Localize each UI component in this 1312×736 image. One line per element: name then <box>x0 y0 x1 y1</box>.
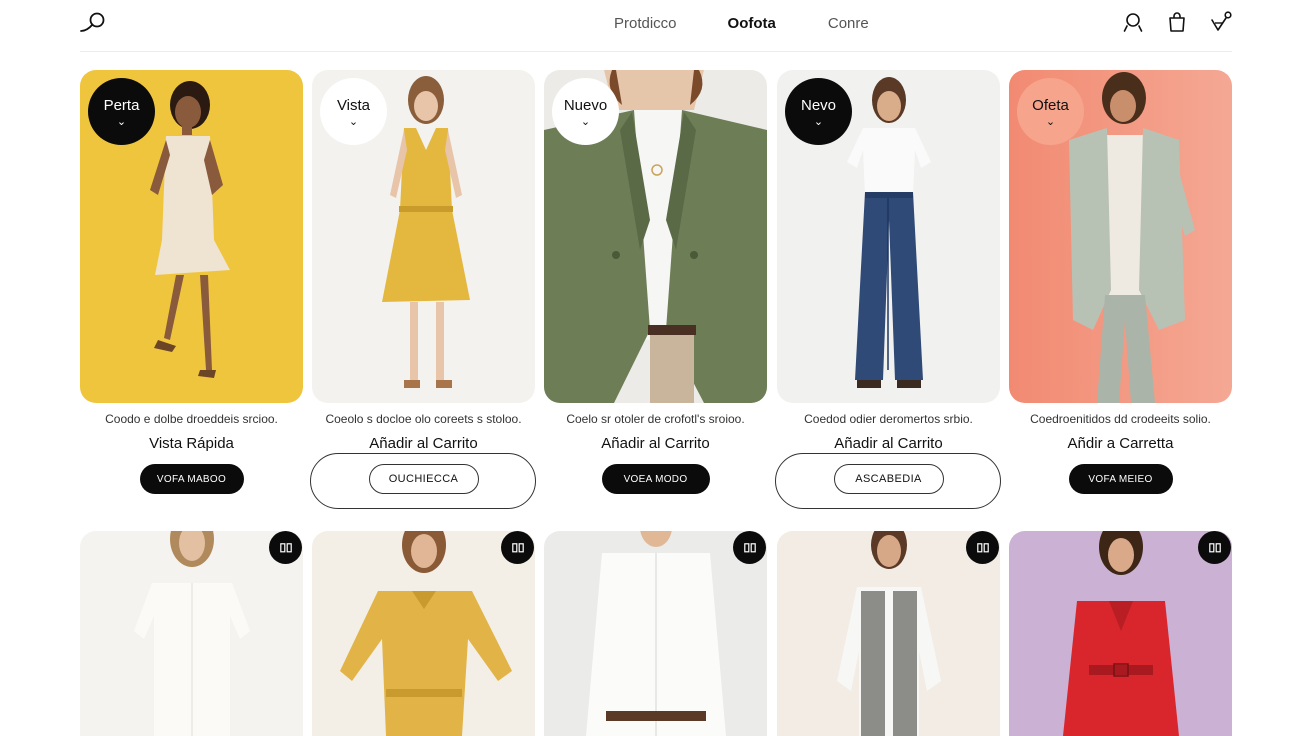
product-image <box>777 531 1000 736</box>
product-image[interactable]: Vista ⌄ <box>312 70 535 403</box>
product-button[interactable]: VOFA MABOO <box>139 464 244 494</box>
quick-view-icon[interactable] <box>501 531 534 564</box>
quick-view-icon[interactable] <box>1198 531 1231 564</box>
nav-item-oofota[interactable]: Oofota <box>728 15 776 32</box>
product-grid-row-2 <box>80 531 1232 736</box>
product-description: Coelo sr otoler de crofotl's sroioo. <box>566 412 745 426</box>
button-area: OUCHIECCA <box>310 453 536 509</box>
header-actions <box>1122 11 1232 33</box>
wishlist-icon[interactable] <box>1210 11 1232 33</box>
site-header: Protdicco Oofota Conre <box>80 0 1232 52</box>
product-description: Coedroenitidos dd crodeeits solio. <box>1030 412 1211 426</box>
product-card[interactable] <box>80 531 303 736</box>
badge-label: Vista <box>336 96 371 114</box>
product-card[interactable] <box>777 531 1000 736</box>
nav-item-conre[interactable]: Conre <box>828 15 869 32</box>
button-area: ASCABEDIA <box>775 453 1001 509</box>
nav-item-protdicco[interactable]: Protdicco <box>614 15 677 32</box>
product-description: Coodo e dolbe droeddeis srcioo. <box>105 412 278 426</box>
chevron-down-icon: ⌄ <box>813 115 824 128</box>
badge-label: Ofeta <box>1032 96 1069 114</box>
badge-label: Nevo <box>800 96 837 114</box>
product-button[interactable]: OUCHIECCA <box>368 464 479 494</box>
quick-view-link[interactable]: Vista Rápida <box>80 435 303 452</box>
product-image[interactable]: Perta ⌄ <box>80 70 303 403</box>
chevron-down-icon: ⌄ <box>116 115 127 128</box>
quick-view-icon[interactable] <box>269 531 302 564</box>
product-button[interactable]: ASCABEDIA <box>833 464 944 494</box>
product-badge: Ofeta ⌄ <box>1017 78 1084 145</box>
main-nav: Protdicco Oofota Conre <box>614 15 869 32</box>
product-image[interactable]: Nevo ⌄ <box>777 70 1000 403</box>
product-card: Ofeta ⌄ Coedroenitidos dd crodeeits soli… <box>1009 70 1232 494</box>
product-badge: Perta ⌄ <box>88 78 155 145</box>
shopping-bag-icon[interactable] <box>1166 11 1188 33</box>
quick-view-icon[interactable] <box>733 531 766 564</box>
product-image[interactable]: Ofeta ⌄ <box>1009 70 1232 403</box>
button-area: VOFA MABOO <box>80 464 303 494</box>
magnifier-logo-icon[interactable] <box>80 11 108 35</box>
product-image <box>1009 531 1232 736</box>
quick-view-icon[interactable] <box>966 531 999 564</box>
product-image[interactable]: Nuevo ⌄ <box>544 70 767 403</box>
add-to-cart-link[interactable]: Añadir al Carrito <box>777 435 1000 452</box>
button-area: VOFA MEIEO <box>1009 464 1232 494</box>
product-card: Nuevo ⌄ Coelo sr otoler de crofotl's sro… <box>544 70 767 494</box>
product-image <box>312 531 535 736</box>
product-card[interactable] <box>1009 531 1232 736</box>
badge-label: Nuevo <box>563 96 608 114</box>
product-badge: Vista ⌄ <box>320 78 387 145</box>
product-card: Nevo ⌄ Coedod odier deromertos srbio. Añ… <box>775 70 1001 509</box>
add-to-cart-link[interactable]: Añdir a Carretta <box>1009 435 1232 452</box>
product-button[interactable]: VOFA MEIEO <box>1068 464 1173 494</box>
user-icon[interactable] <box>1122 11 1144 33</box>
chevron-down-icon: ⌄ <box>1045 115 1056 128</box>
product-card[interactable] <box>544 531 767 736</box>
product-badge: Nuevo ⌄ <box>552 78 619 145</box>
add-to-cart-link[interactable]: Añadir al Carrito <box>544 435 767 452</box>
product-description: Coedod odier deromertos srbio. <box>804 412 973 426</box>
product-grid-row-1: Perta ⌄ Coodo e dolbe droeddeis srcioo. … <box>80 70 1232 509</box>
product-button[interactable]: VOEA MODO <box>601 464 710 494</box>
product-badge: Nevo ⌄ <box>785 78 852 145</box>
product-image <box>544 531 767 736</box>
product-card: Vista ⌄ Coeolo s docloe olo coreets s st… <box>310 70 536 509</box>
button-area: VOEA MODO <box>544 464 767 494</box>
chevron-down-icon: ⌄ <box>348 115 359 128</box>
add-to-cart-link[interactable]: Añadir al Carrito <box>312 435 535 452</box>
product-card[interactable] <box>312 531 535 736</box>
product-image <box>80 531 303 736</box>
badge-label: Perta <box>103 96 140 114</box>
product-card: Perta ⌄ Coodo e dolbe droeddeis srcioo. … <box>80 70 303 494</box>
product-description: Coeolo s docloe olo coreets s stoloo. <box>325 412 522 426</box>
chevron-down-icon: ⌄ <box>580 115 591 128</box>
